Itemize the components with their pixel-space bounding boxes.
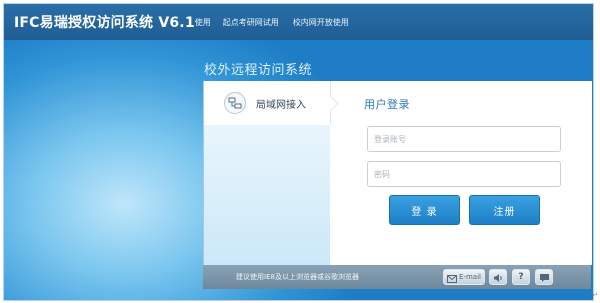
active-tab-arrow xyxy=(322,95,339,112)
lan-network-icon xyxy=(224,92,246,114)
help-icon: ? xyxy=(518,272,524,282)
chat-icon xyxy=(539,268,550,287)
tab-lan-access[interactable]: 局域网接入 xyxy=(204,81,339,125)
return-mark: ↵ xyxy=(592,291,598,299)
top-bar: IFC易瑞授权访问系统 V6.1 使用 起点考研网试用 校内网开放使用 xyxy=(4,4,593,40)
portal-title: 校外远程访问系统 xyxy=(204,63,313,78)
password-input[interactable] xyxy=(367,161,561,187)
login-panel: 局域网接入 用户登录 登 录 注册 xyxy=(203,81,592,265)
sound-button[interactable] xyxy=(489,269,507,285)
chat-button[interactable] xyxy=(535,269,553,285)
register-button[interactable]: 注册 xyxy=(469,195,540,225)
login-title: 用户登录 xyxy=(364,98,410,111)
tab-lan-access-label: 局域网接入 xyxy=(256,99,306,111)
app-title: IFC易瑞授权访问系统 V6.1 xyxy=(14,15,195,31)
top-nav: 使用 起点考研网试用 校内网开放使用 xyxy=(195,17,363,28)
help-button[interactable]: ? xyxy=(512,269,530,285)
nav-link-usage[interactable]: 使用 xyxy=(195,17,211,28)
access-mode-column: 局域网接入 xyxy=(204,81,339,265)
nav-link-campus-open[interactable]: 校内网开放使用 xyxy=(293,17,349,28)
account-input[interactable] xyxy=(367,126,561,152)
app-window: IFC易瑞授权访问系统 V6.1 使用 起点考研网试用 校内网开放使用 校外远程… xyxy=(3,3,594,301)
nav-link-qidian-trial[interactable]: 起点考研网试用 xyxy=(223,17,279,28)
login-button[interactable]: 登 录 xyxy=(389,195,460,225)
email-label: E-mail xyxy=(459,273,481,281)
email-icon xyxy=(447,268,458,287)
speaker-icon xyxy=(493,268,503,287)
footer-bar: 建议使用IE8及以上浏览器或谷歌浏览器 E-mail ? xyxy=(203,265,591,289)
browser-recommendation: 建议使用IE8及以上浏览器或谷歌浏览器 xyxy=(236,273,359,281)
email-button[interactable]: E-mail xyxy=(443,269,485,285)
